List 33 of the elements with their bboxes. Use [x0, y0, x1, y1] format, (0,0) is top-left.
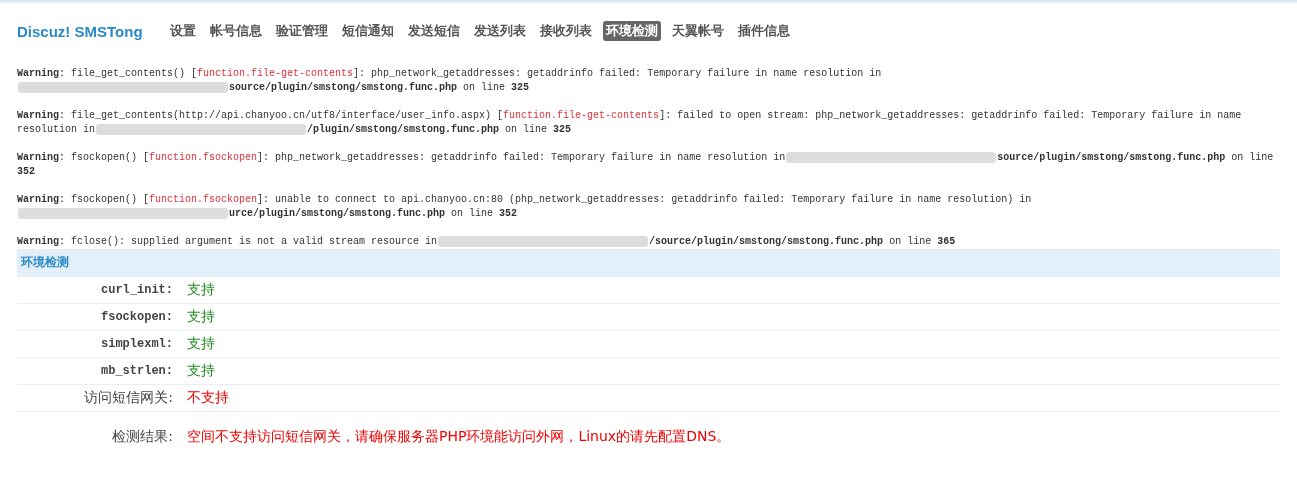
nav-tab[interactable]: 设置	[166, 21, 199, 41]
nav-tab[interactable]: 发送短信	[404, 21, 463, 41]
check-status: 不支持	[187, 389, 229, 407]
check-label: curl_init:	[100, 283, 174, 297]
warning-message: Warning: fsockopen() [function.fsockopen]: php_network_getaddresses: getaddrinfo failed: Temporary failure in name resolution in source/plugin/smstong/smstong.func.php on line 352	[17, 151, 1275, 179]
check-label: mb_strlen:	[100, 364, 174, 378]
logo-text: Discuz! SMSTong	[17, 22, 143, 40]
nav-tab[interactable]: 天翼帐号	[668, 21, 727, 41]
warning-message: Warning: fclose(): supplied argument is not a valid stream resource in /source/plugin/smstong/smstong.func.php on line 365	[17, 235, 957, 249]
result-message: 空间不支持访问短信网关，请确保服务器PHP环境能访问外网，Linux的请先配置DNS。	[187, 428, 731, 446]
nav-tab[interactable]: 接收列表	[536, 21, 595, 41]
section-header: 环境检测	[17, 249, 1280, 277]
function-link[interactable]: function.fsockopen	[149, 194, 258, 205]
check-label: fsockopen:	[100, 310, 174, 324]
nav-tab[interactable]: 发送列表	[470, 21, 529, 41]
nav-tab[interactable]: 插件信息	[734, 21, 793, 41]
nav-tab[interactable]: 环境检测	[602, 21, 661, 41]
nav-tab[interactable]: 短信通知	[338, 21, 397, 41]
nav-tab[interactable]: 验证管理	[272, 21, 331, 41]
function-link[interactable]: function.file-get-contents	[197, 68, 354, 79]
check-status: 支持	[187, 308, 215, 326]
check-label: 访问短信网关:	[83, 389, 174, 407]
warning-message: Warning: file_get_contents() [function.file-get-contents]: php_network_getaddresses: getaddrinfo failed: Temporary failure in name resolution in source/plugin/smstong/smstong.func.php on line 325	[17, 67, 883, 95]
check-status: 支持	[187, 335, 215, 353]
check-label: simplexml:	[100, 337, 174, 351]
function-link[interactable]: function.file-get-contents	[503, 110, 660, 121]
nav-tab[interactable]: 帐号信息	[206, 21, 265, 41]
result-label: 检测结果:	[111, 428, 174, 446]
function-link[interactable]: function.fsockopen	[149, 152, 258, 163]
warning-message: Warning: file_get_contents(http://api.chanyoo.cn/utf8/interface/user_info.aspx) [function.file-get-contents]: failed to open stream: php_network_getaddresses: getaddrinfo failed: Temporary failure in name resolution in /plugin/smstong/smstong.func.php on line 325	[17, 109, 1243, 137]
check-status: 支持	[187, 281, 215, 299]
check-status: 支持	[187, 362, 215, 380]
warning-message: Warning: fsockopen() [function.fsockopen]: unable to connect to api.chanyoo.cn:80 (php_network_getaddresses: getaddrinfo failed: Temporary failure in name resolution) in urce/plugin/smstong/smstong.func.php on line 352	[17, 193, 1033, 221]
